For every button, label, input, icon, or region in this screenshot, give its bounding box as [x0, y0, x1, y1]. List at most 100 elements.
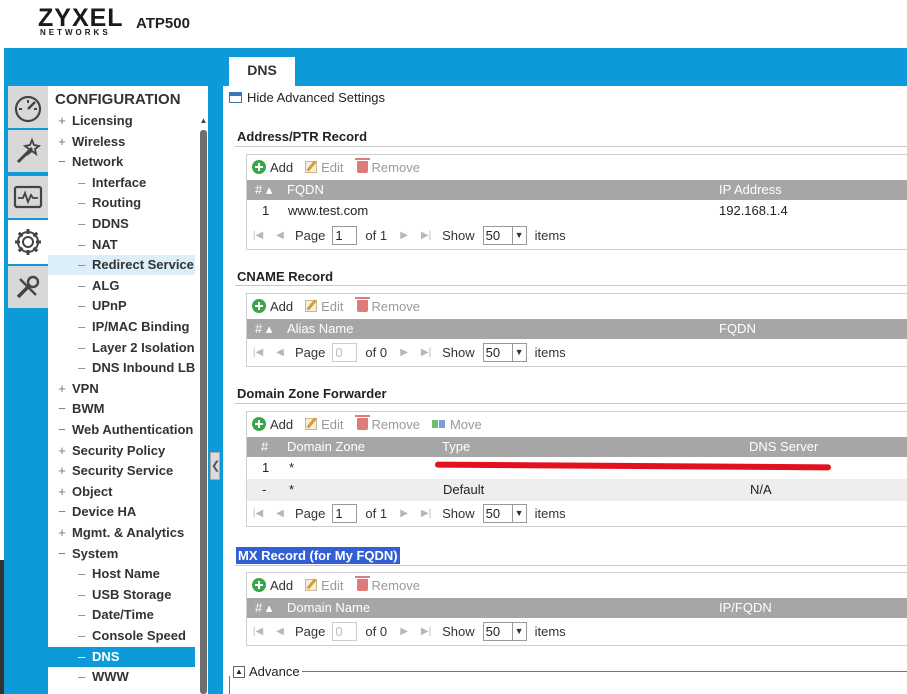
last-page-icon[interactable]: ▶|	[415, 347, 437, 358]
sidebar-item-nat[interactable]: – NAT	[48, 235, 195, 255]
sidebar-item-system[interactable]: − System	[48, 544, 195, 564]
collapse-sidebar-handle[interactable]: ❮	[210, 452, 220, 480]
chevron-down-icon[interactable]: ▼	[511, 504, 526, 522]
collapse-icon[interactable]: −	[57, 502, 67, 522]
expand-icon[interactable]: +	[57, 111, 67, 131]
sidebar-item-licensing[interactable]: + Licensing	[48, 111, 195, 131]
column-header-number[interactable]: #	[261, 437, 268, 457]
table-row[interactable]: 1 www.test.com 192.168.1.4	[247, 200, 907, 222]
sidebar-item-network[interactable]: − Network	[48, 152, 195, 172]
collapse-icon[interactable]: −	[57, 152, 67, 172]
column-header-alias-name[interactable]: Alias Name	[287, 319, 353, 339]
sidebar-item-ddns[interactable]: – DDNS	[48, 214, 195, 234]
prev-page-icon[interactable]: ◀	[269, 347, 291, 358]
hide-advanced-settings-link[interactable]: Hide Advanced Settings	[229, 90, 385, 105]
column-header-fqdn[interactable]: FQDN	[287, 180, 324, 200]
next-page-icon[interactable]: ▶	[393, 508, 415, 519]
collapse-icon[interactable]: −	[57, 544, 67, 564]
column-header-dns-server[interactable]: DNS Server	[749, 437, 818, 457]
expand-icon[interactable]: +	[57, 132, 67, 152]
sidebar-item-wireless[interactable]: + Wireless	[48, 132, 195, 152]
move-button[interactable]: Move	[431, 417, 482, 432]
edit-button[interactable]: Edit	[305, 578, 344, 593]
first-page-icon[interactable]: |◀	[247, 230, 269, 241]
page-number-input[interactable]: 0	[332, 342, 358, 362]
sidebar-item-ip-mac-binding[interactable]: – IP/MAC Binding	[48, 317, 195, 337]
scroll-up-arrow-icon[interactable]: ▲	[199, 116, 208, 126]
configuration-gear-icon[interactable]	[8, 220, 48, 264]
prev-page-icon[interactable]: ◀	[269, 626, 291, 637]
sidebar-item-host-name[interactable]: – Host Name	[48, 564, 195, 584]
sidebar-item-console-speed[interactable]: – Console Speed	[48, 626, 195, 646]
page-number-input[interactable]: 1	[332, 503, 358, 523]
sidebar-item-date-time[interactable]: – Date/Time	[48, 605, 195, 625]
column-header-number[interactable]: # ▴	[255, 180, 272, 200]
next-page-icon[interactable]: ▶	[393, 230, 415, 241]
tab-dns[interactable]: DNS	[229, 57, 295, 86]
advance-toggle[interactable]: ▲ Advance	[233, 664, 300, 679]
column-header-number[interactable]: # ▴	[255, 319, 272, 339]
add-button[interactable]: Add	[252, 160, 293, 175]
column-header-fqdn[interactable]: FQDN	[719, 319, 756, 339]
remove-button[interactable]: Remove	[354, 158, 420, 175]
expand-icon[interactable]: +	[57, 441, 67, 461]
items-per-page-select[interactable]: 50 ▼	[482, 621, 527, 641]
sidebar-item-mgmt-analytics[interactable]: + Mgmt. & Analytics	[48, 523, 195, 543]
column-header-number[interactable]: # ▴	[255, 598, 272, 618]
sidebar-item-security-policy[interactable]: + Security Policy	[48, 441, 195, 461]
sidebar-item-dns-inbound-lb[interactable]: – DNS Inbound LB	[48, 358, 195, 378]
last-page-icon[interactable]: ▶|	[415, 508, 437, 519]
expand-icon[interactable]: +	[57, 523, 67, 543]
monitor-icon[interactable]	[8, 176, 48, 218]
remove-button[interactable]: Remove	[354, 576, 420, 593]
last-page-icon[interactable]: ▶|	[415, 230, 437, 241]
next-page-icon[interactable]: ▶	[393, 626, 415, 637]
sidebar-item-device-ha[interactable]: − Device HA	[48, 502, 195, 522]
prev-page-icon[interactable]: ◀	[269, 230, 291, 241]
items-per-page-select[interactable]: 50 ▼	[482, 503, 527, 523]
add-button[interactable]: Add	[252, 299, 293, 314]
add-button[interactable]: Add	[252, 578, 293, 593]
first-page-icon[interactable]: |◀	[247, 508, 269, 519]
sidebar-item-web-authentication[interactable]: − Web Authentication	[48, 420, 195, 440]
sidebar-item-bwm[interactable]: − BWM	[48, 399, 195, 419]
page-number-input[interactable]: 1	[332, 225, 358, 245]
edit-button[interactable]: Edit	[305, 299, 344, 314]
expand-icon[interactable]: +	[57, 461, 67, 481]
edit-button[interactable]: Edit	[305, 417, 344, 432]
sidebar-item-www[interactable]: – WWW	[48, 667, 195, 687]
prev-page-icon[interactable]: ◀	[269, 508, 291, 519]
sidebar-item-routing[interactable]: – Routing	[48, 193, 195, 213]
wizard-icon[interactable]	[8, 130, 48, 172]
column-header-ip-address[interactable]: IP Address	[719, 180, 782, 200]
sidebar-item-vpn[interactable]: + VPN	[48, 379, 195, 399]
dashboard-icon[interactable]	[8, 86, 48, 128]
sidebar-item-alg[interactable]: – ALG	[48, 276, 195, 296]
sidebar-item-upnp[interactable]: – UPnP	[48, 296, 195, 316]
first-page-icon[interactable]: |◀	[247, 626, 269, 637]
expand-icon[interactable]: +	[57, 482, 67, 502]
chevron-down-icon[interactable]: ▼	[511, 343, 526, 361]
first-page-icon[interactable]: |◀	[247, 347, 269, 358]
sidebar-item-security-service[interactable]: + Security Service	[48, 461, 195, 481]
expand-icon[interactable]: +	[57, 379, 67, 399]
items-per-page-select[interactable]: 50 ▼	[482, 225, 527, 245]
sidebar-item-layer-2-isolation[interactable]: – Layer 2 Isolation	[48, 338, 195, 358]
column-header-domain-name[interactable]: Domain Name	[287, 598, 370, 618]
chevron-down-icon[interactable]: ▼	[511, 226, 526, 244]
sidebar-item-redirect-service[interactable]: – Redirect Service	[48, 255, 195, 276]
column-header-type[interactable]: Type	[442, 437, 470, 457]
sidebar-item-dns[interactable]: – DNS	[48, 646, 195, 667]
sidebar-scrollbar-thumb[interactable]	[200, 130, 207, 694]
collapse-icon[interactable]: −	[57, 399, 67, 419]
maintenance-tools-icon[interactable]	[8, 266, 48, 308]
last-page-icon[interactable]: ▶|	[415, 626, 437, 637]
column-header-domain-zone[interactable]: Domain Zone	[287, 437, 365, 457]
sidebar-item-interface[interactable]: – Interface	[48, 173, 195, 193]
add-button[interactable]: Add	[252, 417, 293, 432]
sidebar-item-usb-storage[interactable]: – USB Storage	[48, 585, 195, 605]
chevron-down-icon[interactable]: ▼	[511, 622, 526, 640]
remove-button[interactable]: Remove	[354, 297, 420, 314]
remove-button[interactable]: Remove	[354, 415, 420, 432]
page-number-input[interactable]: 0	[332, 621, 358, 641]
